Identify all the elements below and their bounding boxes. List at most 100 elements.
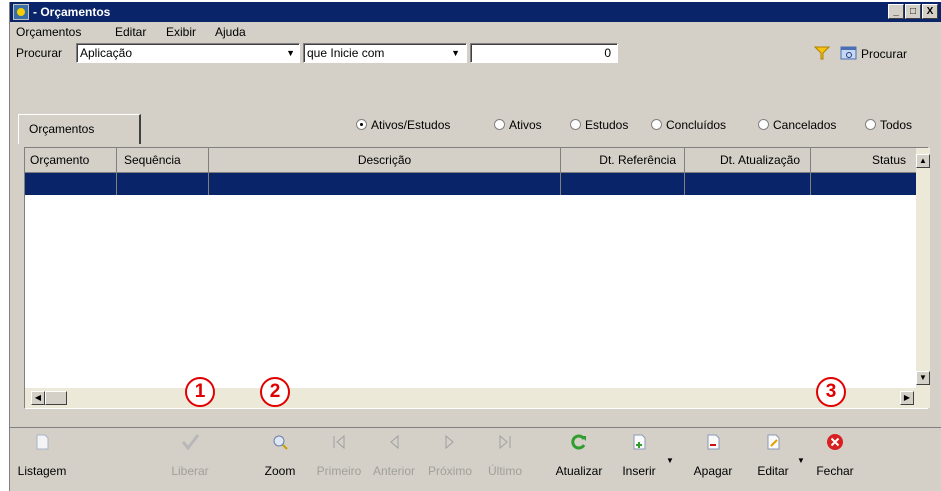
fechar-button[interactable]: Fechar (813, 432, 857, 478)
filter-ativos[interactable]: Ativos (494, 118, 542, 132)
fechar-label: Fechar (816, 464, 854, 478)
previous-icon (384, 432, 404, 452)
filter-ativos-estudos[interactable]: Ativos/Estudos (356, 118, 450, 132)
procurar-label: Procurar (861, 47, 908, 61)
editar-label: Editar (757, 464, 789, 478)
menu-ajuda[interactable]: Ajuda (215, 25, 246, 39)
annotation-marker: 3 (816, 377, 846, 407)
refresh-icon (569, 432, 589, 452)
action-toolbar: Listagem Liberar Zoom Primeiro Anterior … (10, 427, 941, 491)
horizontal-scrollbar[interactable]: ◀ ▶ (25, 388, 930, 408)
proximo-button[interactable]: Próximo (422, 432, 478, 478)
first-icon (329, 432, 349, 452)
title-bar[interactable]: - Orçamentos _ □ X (10, 2, 941, 22)
row-cell (685, 173, 811, 195)
search-mode-select[interactable]: que Inicie com ▼ (303, 43, 467, 63)
menu-exibir[interactable]: Exibir (166, 25, 196, 39)
search-label: Procurar (16, 46, 63, 60)
col-dt-atualizacao[interactable]: Dt. Atualização (685, 148, 811, 173)
search-input-value: 0 (604, 46, 611, 60)
chevron-down-icon: ▼ (286, 48, 295, 58)
close-icon (825, 432, 845, 452)
col-dt-referencia[interactable]: Dt. Referência (561, 148, 685, 173)
listagem-button[interactable]: Listagem (14, 432, 70, 478)
scroll-thumb[interactable] (45, 391, 67, 405)
search-mode-value: que Inicie com (307, 46, 385, 60)
scroll-right-icon[interactable]: ▶ (900, 391, 914, 405)
annotation-marker: 1 (185, 377, 215, 407)
vertical-scrollbar[interactable]: ▲ ▼ (916, 148, 930, 388)
row-cell (117, 173, 209, 195)
tab-orcamentos-label: Orçamentos (29, 122, 95, 136)
minimize-button[interactable]: _ (888, 4, 904, 19)
atualizar-button[interactable]: Atualizar (549, 432, 609, 478)
tab-orcamentos[interactable]: Orçamentos (18, 114, 141, 144)
col-descricao[interactable]: Descrição (209, 148, 561, 173)
col-sequencia[interactable]: Sequência (117, 148, 209, 173)
row-cell (209, 173, 561, 195)
scroll-left-icon[interactable]: ◀ (31, 391, 45, 405)
filter-label: Cancelados (773, 118, 837, 132)
zoom-button[interactable]: Zoom (260, 432, 300, 478)
filter-label: Todos (880, 118, 913, 132)
filter-todos[interactable]: Todos (865, 118, 912, 132)
filter-label: Concluídos (666, 118, 727, 132)
inserir-label: Inserir (622, 464, 656, 478)
search-field-select[interactable]: Aplicação ▼ (76, 43, 300, 63)
filter-label: Estudos (585, 118, 629, 132)
budget-window: - Orçamentos _ □ X Orçamentos Editar Exi… (9, 2, 941, 491)
primeiro-label: Primeiro (316, 464, 362, 478)
filter-cancelados[interactable]: Cancelados (758, 118, 836, 132)
anterior-label: Anterior (372, 464, 416, 478)
menu-editar[interactable]: Editar (115, 25, 146, 39)
proximo-label: Próximo (427, 464, 472, 478)
maximize-button[interactable]: □ (905, 4, 921, 19)
filter-estudos[interactable]: Estudos (570, 118, 628, 132)
filter-icon[interactable] (813, 46, 831, 60)
insert-icon (629, 432, 649, 452)
delete-icon (703, 432, 723, 452)
annotation-marker: 2 (260, 377, 290, 407)
chevron-down-icon[interactable]: ▼ (797, 456, 805, 465)
search-icon (840, 45, 858, 61)
search-row: Procurar Aplicação ▼ que Inicie com ▼ 0 … (10, 42, 941, 68)
procurar-button[interactable]: Procurar (840, 44, 940, 64)
grid-header: Orçamento Sequência Descrição Dt. Referê… (25, 148, 916, 173)
radio-icon (651, 119, 662, 130)
last-icon (495, 432, 515, 452)
apagar-label: Apagar (693, 464, 733, 478)
zoom-icon (270, 432, 290, 452)
chevron-down-icon: ▼ (451, 48, 460, 58)
row-cell (561, 173, 685, 195)
liberar-button[interactable]: Liberar (165, 432, 215, 478)
close-window-button[interactable]: X (922, 4, 938, 19)
chevron-down-icon[interactable]: ▼ (666, 456, 674, 465)
table-row[interactable] (25, 173, 916, 195)
ultimo-label: Último (487, 464, 522, 478)
col-orcamento[interactable]: Orçamento (25, 148, 117, 173)
listagem-label: Listagem (17, 464, 67, 478)
scroll-down-icon[interactable]: ▼ (916, 371, 930, 385)
ultimo-button[interactable]: Último (485, 432, 525, 478)
search-input[interactable]: 0 (470, 43, 618, 63)
anterior-button[interactable]: Anterior (368, 432, 420, 478)
primeiro-button[interactable]: Primeiro (316, 432, 362, 478)
app-icon[interactable] (13, 4, 29, 20)
scroll-up-icon[interactable]: ▲ (916, 154, 930, 168)
next-icon (440, 432, 460, 452)
search-field-value: Aplicação (80, 46, 133, 60)
document-icon (32, 432, 52, 452)
edit-icon (763, 432, 783, 452)
apagar-button[interactable]: Apagar (688, 432, 738, 478)
filter-concluidos[interactable]: Concluídos (651, 118, 726, 132)
inserir-button[interactable]: Inserir (614, 432, 664, 478)
col-status[interactable]: Status (811, 148, 916, 173)
filter-label: Ativos/Estudos (371, 118, 451, 132)
atualizar-label: Atualizar (555, 464, 603, 478)
editar-button[interactable]: Editar (751, 432, 795, 478)
menu-bar: Orçamentos Editar Exibir Ajuda (10, 23, 941, 41)
menu-orcamentos[interactable]: Orçamentos (16, 25, 81, 39)
radio-icon (356, 119, 367, 130)
zoom-label: Zoom (264, 464, 296, 478)
budget-grid[interactable]: Orçamento Sequência Descrição Dt. Referê… (24, 147, 930, 409)
